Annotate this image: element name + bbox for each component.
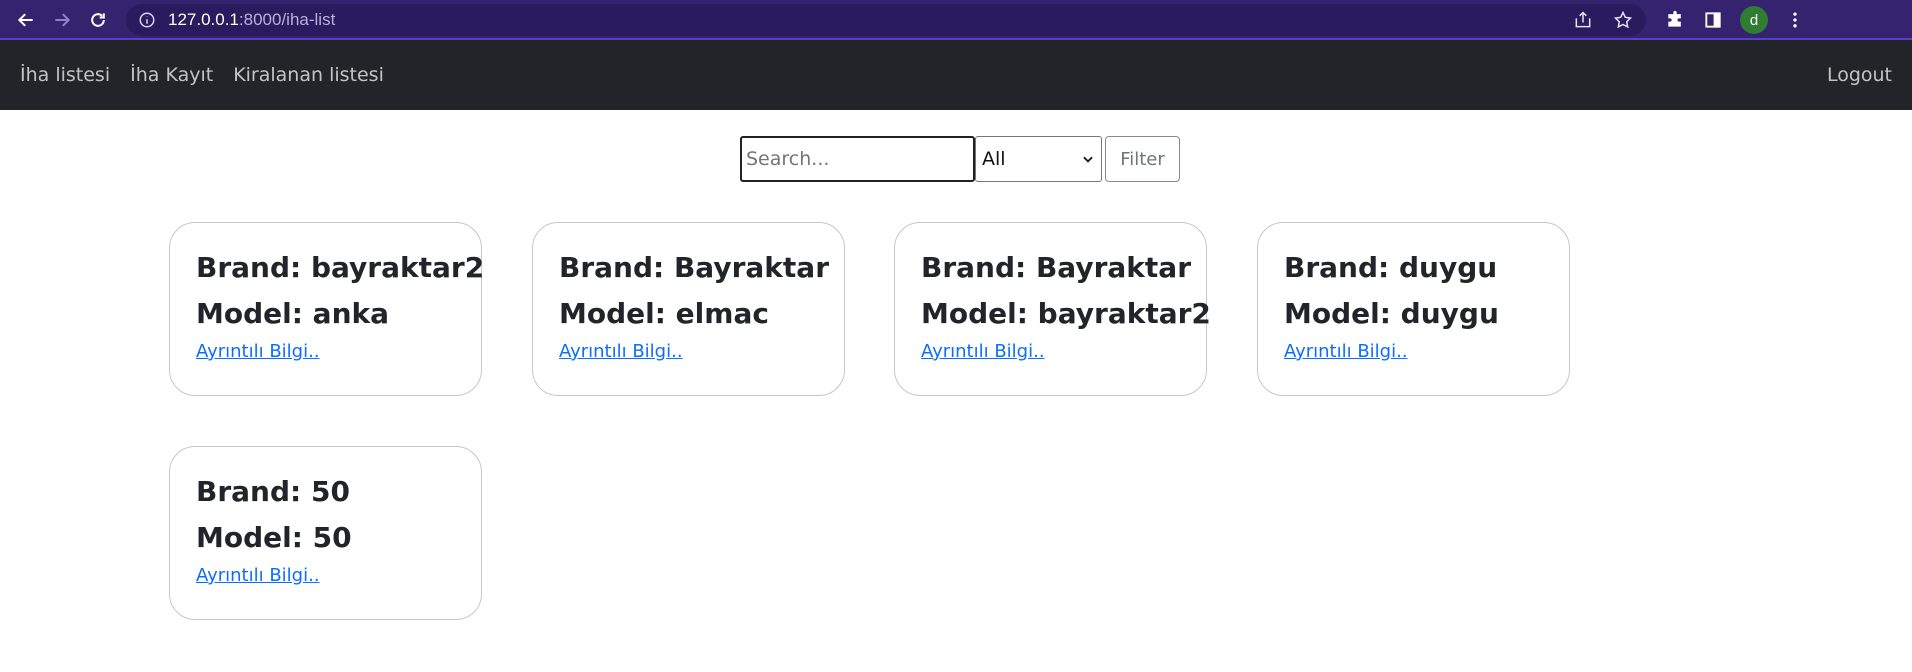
url-path: :8000/iha-list [238,10,336,29]
nav-link-iha-kayit[interactable]: İha Kayıt [130,64,213,86]
logout-link[interactable]: Logout [1827,64,1892,86]
card-model: Model: elmac [559,297,769,330]
nav-link-kiralanan-listesi[interactable]: Kiralanan listesi [233,64,384,86]
address-bar[interactable]: 127.0.0.1:8000/iha-list [126,4,1646,36]
reload-icon[interactable] [80,4,116,36]
profile-avatar[interactable]: d [1740,6,1768,34]
card-brand: Brand: Bayraktar [559,251,830,284]
side-panel-icon[interactable] [1702,9,1724,31]
card-brand: Brand: Bayraktar [921,251,1192,284]
bookmark-star-icon[interactable] [1612,9,1634,31]
card-details-link[interactable]: Ayrıntılı Bilgi.. [196,565,320,586]
card-model: Model: 50 [196,521,352,554]
card-brand: Brand: bayraktar2 [196,251,485,284]
card-brand: Brand: duygu [1284,251,1498,284]
share-icon[interactable] [1572,9,1594,31]
search-input[interactable] [740,136,975,182]
extensions-puzzle-icon[interactable] [1664,9,1686,31]
forward-arrow-icon[interactable] [44,4,80,36]
iha-card: Brand: duygu Model: duygu Ayrıntılı Bilg… [1257,222,1570,396]
category-select-value: All [982,148,1006,170]
card-model: Model: anka [196,297,390,330]
iha-card: Brand: Bayraktar Model: bayraktar2 Ayrın… [894,222,1211,396]
iha-card: Brand: Bayraktar Model: elmac Ayrıntılı … [532,222,845,396]
chevron-down-icon [1083,156,1093,163]
card-details-link[interactable]: Ayrıntılı Bilgi.. [559,341,683,362]
iha-card: Brand: 50 Model: 50 Ayrıntılı Bilgi.. [169,446,482,620]
back-arrow-icon[interactable] [8,4,44,36]
category-select[interactable]: All [975,136,1102,182]
nav-link-iha-listesi[interactable]: İha listesi [20,64,110,86]
site-info-icon[interactable] [138,11,156,29]
card-model: Model: duygu [1284,297,1499,330]
card-model: Model: bayraktar2 [921,297,1211,330]
more-menu-icon[interactable] [1784,9,1806,31]
browser-toolbar: 127.0.0.1:8000/iha-list d [0,0,1912,40]
card-details-link[interactable]: Ayrıntılı Bilgi.. [1284,341,1408,362]
app-navbar: İha listesi İha Kayıt Kiralanan listesi … [0,40,1912,110]
card-details-link[interactable]: Ayrıntılı Bilgi.. [196,341,320,362]
filter-form: All Filter [8,136,1912,182]
card-brand: Brand: 50 [196,475,350,508]
url-host: 127.0.0.1 [168,10,239,29]
filter-button[interactable]: Filter [1105,136,1180,182]
card-details-link[interactable]: Ayrıntılı Bilgi.. [921,341,1045,362]
iha-card: Brand: bayraktar2 Model: anka Ayrıntılı … [169,222,485,396]
